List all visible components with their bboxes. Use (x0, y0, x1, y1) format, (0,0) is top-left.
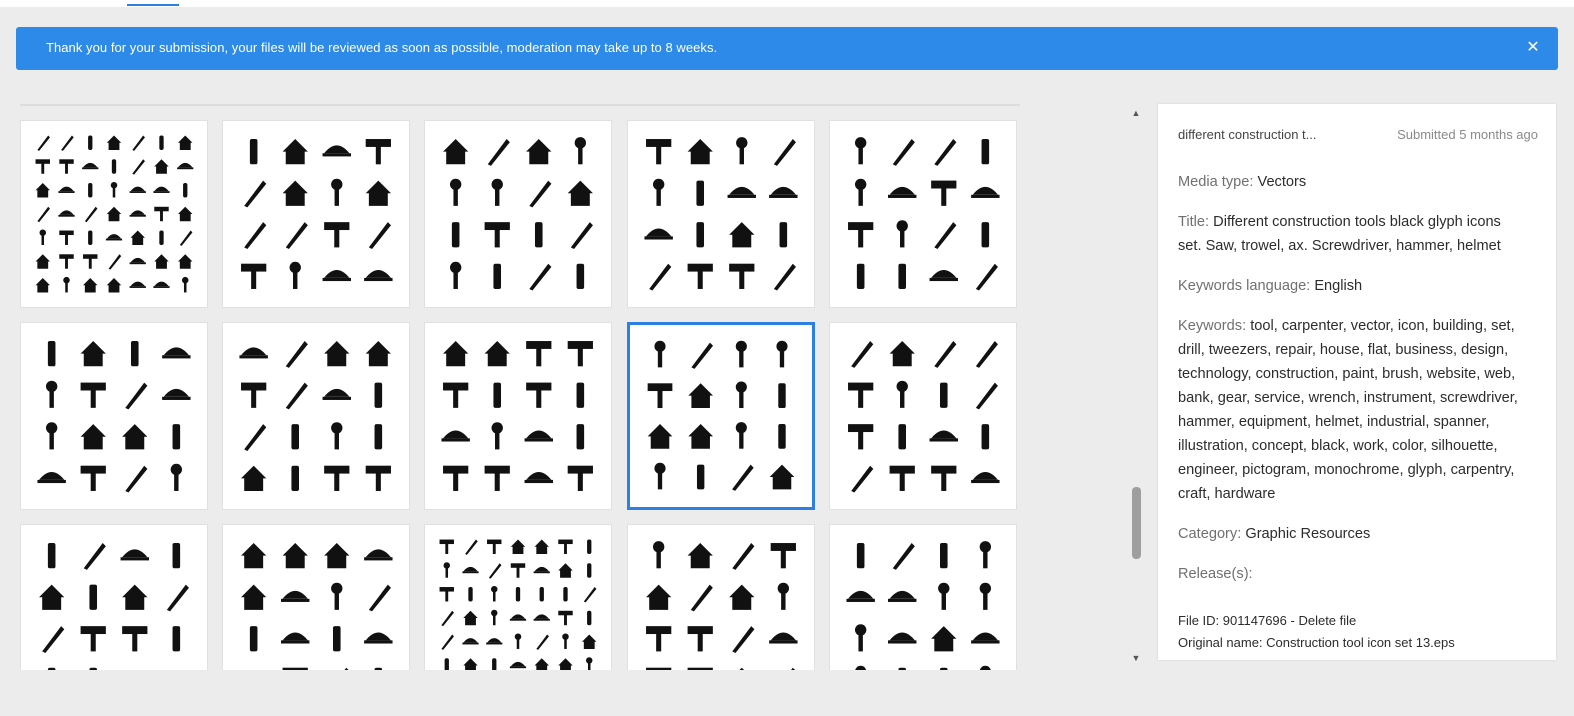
file-thumbnail[interactable] (829, 120, 1017, 308)
file-id: File ID: 901147696 - (1178, 613, 1299, 628)
file-thumbnail[interactable] (829, 322, 1017, 510)
grid-divider (20, 104, 1020, 106)
keywords-row: Keywords: tool, carpenter, vector, icon,… (1178, 314, 1524, 506)
keywords-language-row: Keywords language: English (1178, 274, 1524, 298)
keywords-language-value: English (1314, 278, 1363, 294)
icon-set-preview (441, 341, 593, 491)
icon-set-preview (35, 135, 194, 293)
close-icon[interactable]: ✕ (1524, 39, 1542, 57)
media-type-label: Media type: (1178, 174, 1254, 190)
icon-set-preview (443, 137, 593, 291)
media-type-value: Vectors (1257, 174, 1307, 190)
scroll-up-icon[interactable]: ▲ (1131, 108, 1141, 118)
file-thumbnail[interactable] (222, 524, 410, 670)
icon-set-preview (439, 539, 597, 670)
releases-row: Release(s): (1178, 562, 1524, 586)
details-panel: different construction t... Submitted 5 … (1158, 104, 1556, 660)
title-value: Different construction tools black glyph… (1178, 214, 1501, 254)
grid-scrollbar[interactable]: ▲ ▼ (1130, 104, 1142, 666)
icon-set-preview (646, 541, 798, 670)
icon-set-preview (848, 341, 1000, 493)
details-header: different construction t... Submitted 5 … (1178, 127, 1538, 145)
scroll-thumb[interactable] (1132, 487, 1141, 559)
icon-set-preview (37, 341, 191, 493)
submission-banner: Thank you for your submission, your file… (16, 27, 1558, 70)
icon-set-preview (647, 340, 795, 491)
icon-set-preview (241, 139, 393, 289)
file-name: different construction t... (1178, 127, 1317, 142)
scroll-down-icon[interactable]: ▼ (1131, 653, 1141, 663)
submitted-date: Submitted 5 months ago (1397, 127, 1538, 142)
releases-label: Release(s): (1178, 566, 1253, 582)
keywords-label: Keywords: (1178, 318, 1247, 334)
file-thumbnail[interactable] (20, 524, 208, 670)
keywords-value: tool, carpenter, vector, icon, building,… (1178, 318, 1518, 502)
file-thumbnail[interactable] (222, 322, 410, 510)
file-thumbnail[interactable] (222, 120, 410, 308)
file-thumbnail[interactable] (424, 524, 612, 670)
category-value: Graphic Resources (1245, 526, 1371, 542)
file-thumbnail[interactable] (20, 120, 208, 308)
active-tab-indicator (127, 4, 179, 6)
page-bottom (0, 670, 1574, 716)
category-label: Category: (1178, 526, 1242, 542)
title-row: Title: Different construction tools blac… (1178, 210, 1524, 258)
file-thumbnail[interactable] (627, 322, 815, 510)
file-thumbnail[interactable] (424, 322, 612, 510)
icon-set-preview (846, 541, 1000, 670)
file-thumbnail[interactable] (424, 120, 612, 308)
file-thumbnail[interactable] (20, 322, 208, 510)
delete-file-link[interactable]: Delete file (1298, 613, 1356, 628)
original-name: Original name: Construction tool icon se… (1178, 635, 1455, 650)
file-info: File ID: 901147696 - Delete file Origina… (1178, 610, 1538, 654)
title-label: Title: (1178, 214, 1210, 230)
file-grid (0, 104, 1130, 670)
file-thumbnail[interactable] (627, 120, 815, 308)
icon-set-preview (848, 137, 1000, 291)
banner-message: Thank you for your submission, your file… (46, 40, 718, 55)
file-thumbnail[interactable] (829, 524, 1017, 670)
icon-set-preview (644, 137, 798, 291)
top-tab-bar (0, 0, 1574, 7)
keywords-language-label: Keywords language: (1178, 278, 1311, 294)
icon-set-preview (239, 341, 391, 491)
icon-set-preview (39, 543, 189, 670)
media-type-row: Media type: Vectors (1178, 170, 1524, 194)
file-thumbnail[interactable] (627, 524, 815, 670)
category-row: Category: Graphic Resources (1178, 522, 1524, 546)
icon-set-preview (241, 543, 393, 670)
